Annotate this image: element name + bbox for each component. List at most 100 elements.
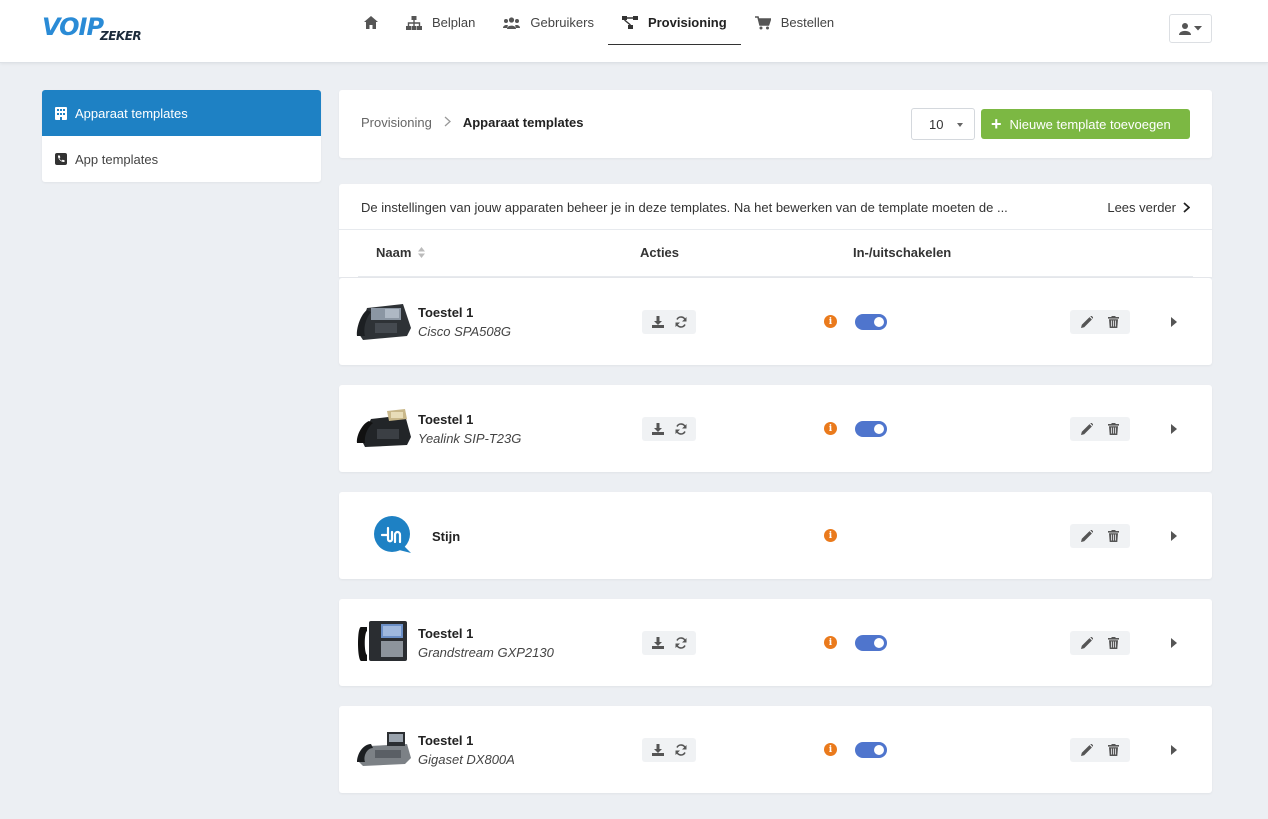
sync-icon xyxy=(675,744,686,756)
user-icon xyxy=(1179,22,1191,35)
action-buttons xyxy=(642,417,696,441)
column-header-name[interactable]: Naam xyxy=(376,245,426,260)
pencil-icon xyxy=(1081,744,1093,756)
sidebar-item-label: App templates xyxy=(75,151,159,167)
action-buttons xyxy=(642,738,696,762)
expand-row-icon[interactable] xyxy=(1171,424,1177,434)
edit-buttons xyxy=(1070,738,1130,762)
breadcrumb-parent[interactable]: Provisioning xyxy=(361,115,432,130)
read-more-link[interactable]: Lees verder xyxy=(1107,200,1190,215)
download-icon xyxy=(651,423,664,435)
trash-icon xyxy=(1107,423,1119,435)
nav-item-provisioning[interactable]: Provisioning xyxy=(607,0,741,45)
download-button[interactable] xyxy=(648,740,668,760)
sync-button[interactable] xyxy=(671,419,691,439)
pencil-icon xyxy=(1081,530,1093,542)
toggle-knob xyxy=(874,424,884,434)
edit-button[interactable] xyxy=(1077,419,1097,439)
sync-button[interactable] xyxy=(671,312,691,332)
download-button[interactable] xyxy=(648,633,668,653)
sync-button[interactable] xyxy=(671,740,691,760)
project-diagram-icon xyxy=(621,16,638,29)
info-warning-icon[interactable]: i xyxy=(824,422,837,435)
user-menu-button[interactable] xyxy=(1169,14,1212,43)
sidebar-item-apparaat-templates[interactable]: Apparaat templates xyxy=(42,90,321,136)
delete-button[interactable] xyxy=(1103,419,1123,439)
sync-button[interactable] xyxy=(671,633,691,653)
template-name: Toestel 1 xyxy=(418,733,474,748)
expand-row-icon[interactable] xyxy=(1171,531,1177,541)
edit-buttons xyxy=(1070,417,1130,441)
phone-device-image xyxy=(358,621,407,661)
info-warning-icon[interactable]: i xyxy=(824,636,837,649)
top-bar: VOIP ZEKER Belplan Gebruikers Provisioni… xyxy=(0,0,1268,63)
page-size-value: 10 xyxy=(929,116,944,132)
voipzeker-logo[interactable]: VOIP ZEKER xyxy=(42,13,154,45)
caret-down-icon xyxy=(1194,26,1202,31)
enable-toggle[interactable] xyxy=(855,421,887,437)
sync-icon xyxy=(675,423,686,435)
table-row: Toestel 1 Grandstream GXP2130 i xyxy=(339,599,1212,686)
device-model: Yealink SIP-T23G xyxy=(418,431,522,446)
home-icon xyxy=(364,16,378,29)
divider xyxy=(358,276,1193,277)
enable-toggle[interactable] xyxy=(855,635,887,651)
column-header-toggle: In-/uitschakelen xyxy=(853,245,952,260)
phone-device-image xyxy=(356,409,411,447)
edit-buttons xyxy=(1070,631,1130,655)
edit-button[interactable] xyxy=(1077,633,1097,653)
trash-icon xyxy=(1107,530,1119,542)
sidebar: Apparaat templates App templates xyxy=(42,90,321,182)
expand-row-icon[interactable] xyxy=(1171,745,1177,755)
expand-row-icon[interactable] xyxy=(1171,638,1177,648)
breadcrumb-separator-icon xyxy=(444,115,451,130)
download-button[interactable] xyxy=(648,419,668,439)
info-warning-icon[interactable]: i xyxy=(824,743,837,756)
action-buttons xyxy=(642,310,696,334)
info-warning-icon[interactable]: i xyxy=(824,315,837,328)
add-template-label: Nieuwe template toevoegen xyxy=(1009,116,1171,132)
toggle-knob xyxy=(874,745,884,755)
toggle-knob xyxy=(874,638,884,648)
logo-sub-text: ZEKER xyxy=(100,29,142,43)
nav-item-bestellen[interactable]: Bestellen xyxy=(741,0,848,45)
sync-icon xyxy=(675,316,686,328)
expand-row-icon[interactable] xyxy=(1171,317,1177,327)
delete-button[interactable] xyxy=(1103,312,1123,332)
pencil-icon xyxy=(1081,637,1093,649)
logo-main-text: VOIP xyxy=(42,13,104,41)
pencil-icon xyxy=(1081,316,1093,328)
sync-icon xyxy=(675,637,686,649)
edit-buttons xyxy=(1070,310,1130,334)
enable-toggle[interactable] xyxy=(855,314,887,330)
enable-toggle[interactable] xyxy=(855,742,887,758)
nav-item-belplan[interactable]: Belplan xyxy=(392,0,489,45)
sort-icon xyxy=(418,247,426,258)
sitemap-icon xyxy=(406,15,422,30)
trash-icon xyxy=(1107,744,1119,756)
nav-item-bestellen-label: Bestellen xyxy=(780,15,835,30)
nav-item-gebruikers[interactable]: Gebruikers xyxy=(489,0,608,45)
nav-item-belplan-label: Belplan xyxy=(432,15,476,30)
shopping-cart-icon xyxy=(754,15,771,29)
device-model: Gigaset DX800A xyxy=(418,752,515,767)
sidebar-item-app-templates[interactable]: App templates xyxy=(42,136,321,182)
add-template-button[interactable]: + Nieuwe template toevoegen xyxy=(981,109,1190,139)
nav-item-gebruikers-label: Gebruikers xyxy=(530,15,594,30)
delete-button[interactable] xyxy=(1103,526,1123,546)
info-text: De instellingen van jouw apparaten behee… xyxy=(361,200,1008,215)
chevron-right-icon xyxy=(1183,202,1190,213)
page-size-select[interactable]: 10 xyxy=(911,108,975,140)
edit-button[interactable] xyxy=(1077,312,1097,332)
info-warning-icon[interactable]: i xyxy=(824,529,837,542)
download-icon xyxy=(651,744,664,756)
toggle-knob xyxy=(874,317,884,327)
edit-button[interactable] xyxy=(1077,740,1097,760)
edit-button[interactable] xyxy=(1077,526,1097,546)
sidebar-item-label: Apparaat templates xyxy=(75,105,188,121)
delete-button[interactable] xyxy=(1103,740,1123,760)
download-button[interactable] xyxy=(648,312,668,332)
breadcrumb: Provisioning Apparaat templates xyxy=(361,115,583,130)
nav-item-home[interactable] xyxy=(350,0,392,45)
delete-button[interactable] xyxy=(1103,633,1123,653)
